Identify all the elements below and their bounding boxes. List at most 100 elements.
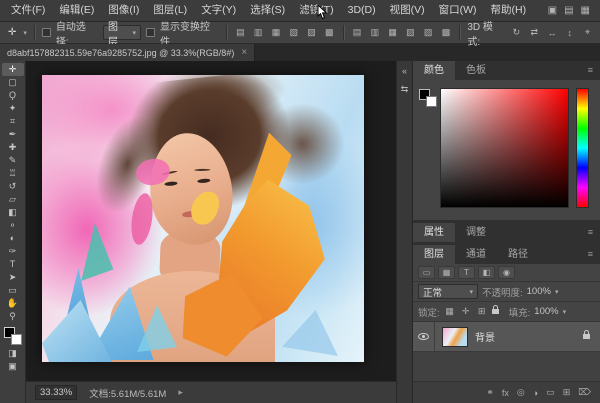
auto-select-target-dropdown[interactable]: 图层 ▾ <box>103 25 141 40</box>
distribute-center-v-icon[interactable]: ▥ <box>368 27 381 38</box>
panel-menu-icon[interactable]: ≡ <box>581 61 600 80</box>
lock-transparency-icon[interactable]: ▦ <box>444 306 456 317</box>
add-mask-icon[interactable]: ◎ <box>517 387 525 398</box>
3d-pan-icon[interactable]: ↔ <box>546 28 559 38</box>
tab-swatches[interactable]: 色板 <box>455 61 497 80</box>
layout-icon[interactable]: ▤ <box>564 5 573 16</box>
quick-mask-button[interactable]: ◨ <box>2 347 24 360</box>
healing-brush-tool[interactable]: ✚ <box>2 141 24 154</box>
filter-smart-objects-icon[interactable]: ◉ <box>498 266 515 279</box>
filter-type-layers-icon[interactable]: T <box>458 266 475 279</box>
document-tab-title: d8abf157882315.59e76a9285752.jpg @ 33.3%… <box>7 48 234 58</box>
marquee-tool[interactable]: ▢ <box>2 76 24 89</box>
tab-channels[interactable]: 通道 <box>455 245 497 264</box>
color-panel-swatches[interactable] <box>419 89 437 107</box>
quick-selection-tool[interactable]: ✦ <box>2 102 24 115</box>
new-layer-icon[interactable]: ⊞ <box>563 387 571 398</box>
align-top-icon[interactable]: ▧ <box>287 27 300 38</box>
menu-file[interactable]: 文件(F) <box>4 0 52 21</box>
fill-value[interactable]: 100% <box>534 306 558 317</box>
path-selection-tool[interactable]: ➤ <box>2 271 24 284</box>
tab-adjustments[interactable]: 调整 <box>455 223 497 242</box>
show-transform-checkbox[interactable] <box>146 28 155 37</box>
eye-icon[interactable] <box>418 333 429 340</box>
move-tool[interactable]: ✛ <box>2 63 24 76</box>
lasso-tool[interactable]: Ϙ <box>2 89 24 102</box>
tab-paths[interactable]: 路径 <box>497 245 539 264</box>
delete-layer-icon[interactable]: ⌦ <box>578 387 591 398</box>
zoom-level-field[interactable]: 33.33% <box>35 385 77 400</box>
panel-dock-icon[interactable]: ⇆ <box>401 84 409 95</box>
chevron-down-icon[interactable]: ▾ <box>555 288 559 296</box>
align-bottom-icon[interactable]: ▩ <box>323 27 336 38</box>
menu-view[interactable]: 视图(V) <box>383 0 432 21</box>
panel-menu-icon[interactable]: ≡ <box>581 223 600 242</box>
distribute-bottom-icon[interactable]: ▦ <box>386 27 399 38</box>
align-left-icon[interactable]: ▤ <box>234 27 247 38</box>
pen-tool[interactable]: ✑ <box>2 245 24 258</box>
chevron-down-icon[interactable]: ▾ <box>563 308 567 316</box>
tab-properties[interactable]: 属性 <box>413 223 455 242</box>
zoom-tool[interactable]: ⚲ <box>2 310 24 323</box>
align-center-h-icon[interactable]: ▥ <box>252 27 265 38</box>
distribute-left-icon[interactable]: ▧ <box>404 27 417 38</box>
document-tab[interactable]: d8abf157882315.59e76a9285752.jpg @ 33.3%… <box>0 44 255 61</box>
status-options-icon[interactable]: ▸ <box>178 387 183 398</box>
background-color-swatch[interactable] <box>11 334 22 345</box>
gradient-tool[interactable]: ◧ <box>2 206 24 219</box>
align-right-icon[interactable]: ▦ <box>270 27 283 38</box>
menu-select[interactable]: 选择(S) <box>243 0 292 21</box>
chevron-down-icon[interactable]: ▾ <box>23 29 27 37</box>
distribute-right-icon[interactable]: ▩ <box>440 27 453 38</box>
opacity-value[interactable]: 100% <box>527 286 551 297</box>
lock-position-icon[interactable]: ✛ <box>460 306 472 317</box>
hand-tool[interactable]: ✋ <box>2 297 24 310</box>
clone-stamp-tool[interactable]: ♖ <box>2 167 24 180</box>
move-tool-preset-icon[interactable]: ✛ <box>6 27 18 38</box>
distribute-center-h-icon[interactable]: ▨ <box>422 27 435 38</box>
distribute-top-icon[interactable]: ▤ <box>351 27 364 38</box>
background-color-swatch[interactable] <box>426 96 437 107</box>
panel-menu-icon[interactable]: ≡ <box>581 245 600 264</box>
filter-shape-layers-icon[interactable]: ◧ <box>478 266 495 279</box>
3d-slide-icon[interactable]: ↕ <box>563 28 576 38</box>
collapse-panels-icon[interactable]: « <box>402 66 407 76</box>
filter-pixel-layers-icon[interactable]: ▭ <box>418 266 435 279</box>
visibility-cell[interactable] <box>413 322 435 351</box>
history-brush-tool[interactable]: ↺ <box>2 180 24 193</box>
3d-roll-icon[interactable]: ⇄ <box>528 27 541 38</box>
align-center-v-icon[interactable]: ▨ <box>305 27 318 38</box>
dodge-tool[interactable]: ◐ <box>2 232 24 245</box>
layer-group-icon[interactable]: ▭ <box>546 387 555 398</box>
lock-artboard-icon[interactable]: ⊞ <box>476 306 488 317</box>
saturation-brightness-field[interactable] <box>440 88 569 208</box>
shape-tool[interactable]: ▭ <box>2 284 24 297</box>
foreground-background-swatches[interactable] <box>4 327 22 345</box>
eraser-tool[interactable]: ▱ <box>2 193 24 206</box>
adjustment-layer-icon[interactable]: ◑ <box>533 388 538 398</box>
lock-all-icon[interactable] <box>492 309 499 314</box>
filter-adjustment-layers-icon[interactable]: ▦ <box>438 266 455 279</box>
3d-scale-icon[interactable]: ⌖ <box>581 27 594 38</box>
3d-rotate-icon[interactable]: ↻ <box>510 27 523 38</box>
tab-layers[interactable]: 图层 <box>413 245 455 264</box>
blur-tool[interactable]: ⚬ <box>2 219 24 232</box>
auto-select-checkbox[interactable] <box>42 28 51 37</box>
eyedropper-tool[interactable]: ✒ <box>2 128 24 141</box>
type-tool[interactable]: T <box>2 258 24 271</box>
screen-mode-button[interactable]: ▣ <box>2 360 24 373</box>
close-tab-icon[interactable]: × <box>241 47 247 58</box>
panel-grid-icon[interactable]: ▦ <box>581 5 590 16</box>
link-layers-icon[interactable]: ⚭ <box>486 387 494 398</box>
layer-thumbnail[interactable] <box>442 327 468 347</box>
layer-row-background[interactable]: 背景 <box>413 322 600 352</box>
crop-tool[interactable]: ⌗ <box>2 115 24 128</box>
workspace-icon[interactable]: ▣ <box>548 5 557 16</box>
brush-tool[interactable]: ✎ <box>2 154 24 167</box>
canvas-area[interactable] <box>26 61 396 381</box>
menu-3d[interactable]: 3D(D) <box>341 0 383 21</box>
hue-slider[interactable] <box>576 88 589 208</box>
tab-color[interactable]: 颜色 <box>413 61 455 80</box>
blend-mode-dropdown[interactable]: 正常 ▾ <box>418 284 478 299</box>
layer-style-icon[interactable]: fx <box>502 388 509 398</box>
